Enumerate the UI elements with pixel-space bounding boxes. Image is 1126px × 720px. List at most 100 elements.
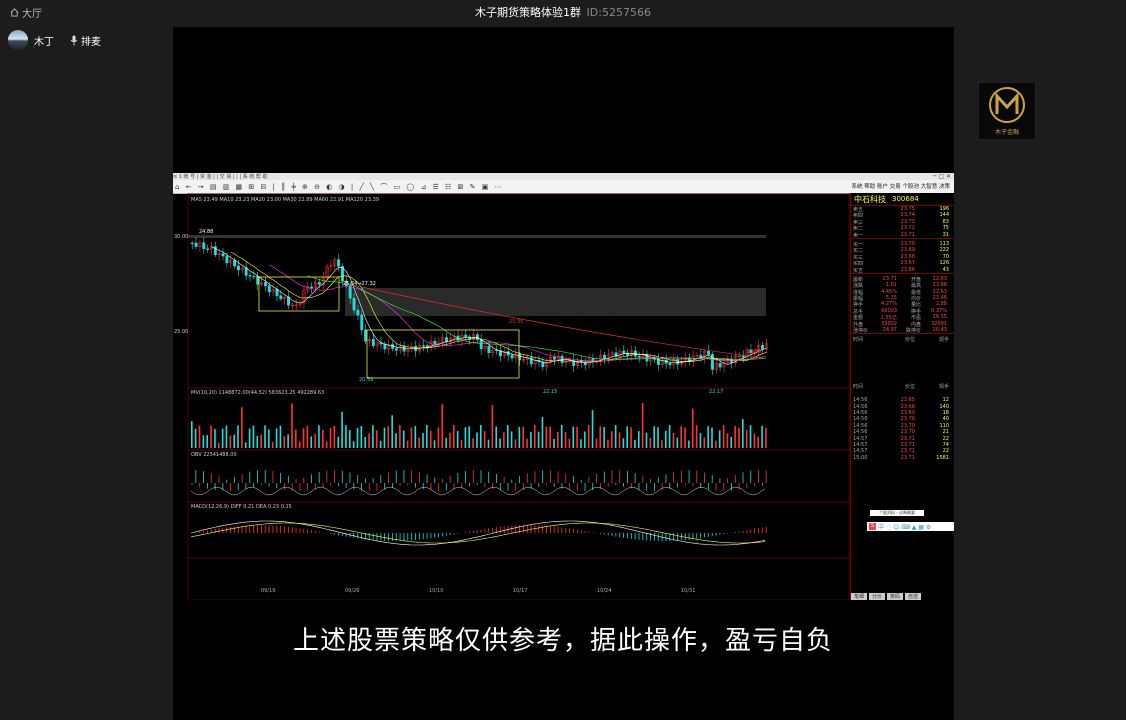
stat-label-2: 跌停价 [905,328,921,334]
volume-bar [568,438,571,448]
video-area: ≡ 1 帐 号 | 资 金 | | 交 易 | | | 系 统 帮 助 ─ □ … [173,27,954,720]
info-popup[interactable]: 个股资料 - 诊断概要 [870,510,924,516]
candle-body [391,344,395,349]
volume-bar [765,427,767,448]
order-book: 卖五 23.75 196 卖四 23.74 144 卖三 23.73 83 卖二 23.72 75 卖一… [851,206,954,273]
volume-bar [487,439,490,448]
volume-bar [753,433,756,448]
volume-bar [345,425,347,448]
candle-body [360,314,364,331]
quote-tab[interactable]: 自选 [905,593,922,600]
volume-bar [711,427,713,448]
volume-bar [480,425,482,448]
toolbar-right-menu[interactable]: 系统 帮助 账户 交易 个股池 大智慧 决策 [852,182,951,190]
ime-toolbar[interactable]: S 中 ◌ ☺ ⌨ ▲ ▦ ⚙ [867,522,954,531]
volume-bar [626,426,629,448]
price-annotation: 22.17 [709,389,723,395]
volume-bar [429,430,432,448]
volume-bar [210,425,212,448]
candle-body [190,242,194,245]
volume-bar [707,426,709,448]
mic-rank-button[interactable]: 排麦 [70,33,101,48]
order-price: 23.66 [900,266,915,273]
candle-body [225,255,229,264]
trading-window-titlebar: ≡ 1 帐 号 | 资 金 | | 交 易 | | | 系 统 帮 助 ─ □ … [173,173,954,180]
volume-bar [618,432,621,448]
quote-tab[interactable]: 笔细 [851,593,868,600]
volume-bar [333,425,336,448]
quote-tabs: 笔细 分价 筹码 自选 [851,593,954,600]
date-tick-label: 09/26 [345,588,359,594]
stats-table: 最新 23.71 开盘 22.63 涨跌 1.01 最高 23.88 涨幅 4.45% 最低 22.6… [851,276,954,334]
volume-bar [761,425,763,448]
order-book-row: 买五 23.66 43 [851,267,954,273]
quote-panel: 中石科技 300684 卖五 23.75 196 卖四 23.74 144 卖三 23.73 8… [850,193,954,600]
volume-bar [703,437,706,448]
m-logo-icon [989,87,1025,123]
volume-bar [722,425,725,448]
candle-body [394,348,398,351]
candle-body [356,309,360,316]
volume-bar [298,441,301,448]
volume-bar [306,425,309,448]
candle-body [541,361,545,368]
volume-bar [499,438,501,448]
volume-bar [742,419,744,448]
volume-bar [541,417,544,448]
tick-price: 23.71 [900,454,915,461]
ime-icons[interactable]: 中 ◌ ☺ ⌨ ▲ ▦ ⚙ [878,522,931,531]
date-tick-label: 10/10 [429,588,443,594]
volume-bar [337,436,340,448]
volume-bar [749,425,752,448]
mic-rank-label: 排麦 [81,36,101,48]
volume-bar [456,430,459,448]
volume-bar [576,426,578,448]
candle-body [256,276,260,285]
price-annotation: 20.59 [359,377,373,383]
volume-bar [684,427,686,448]
candle-body [710,354,714,370]
window-controls[interactable]: ─ □ ✕ [933,173,951,180]
ticks-header: 时间 价位 现手 [853,337,949,343]
candle-body [267,285,271,293]
volume-bar [229,435,232,448]
volume-bar [372,425,374,448]
macd-legend: MACD(12,26,9) DIFF 0.21 DEA 0.23 0.15 [191,504,292,510]
volume-bar [453,425,455,448]
avatar[interactable] [8,30,28,50]
panel-border [187,501,850,559]
volume-bar [699,433,702,448]
volume-bar [329,428,332,448]
volume-bar [214,429,216,448]
volume-bar [537,431,540,448]
volume-bar [433,440,436,448]
stock-name: 中石科技 [854,194,886,204]
volume-bar [445,437,447,448]
candle-body [236,265,240,271]
tick-volume: 1581 [936,454,949,461]
volume-bar [584,431,586,448]
candle-body [317,282,321,285]
volume-bar [726,433,729,448]
volume-bar [291,403,293,448]
volume-bar [522,426,524,448]
user-name[interactable]: 木丁 [34,33,54,48]
volume-bar [302,428,305,448]
volume-bar [206,435,209,448]
volume-bar [198,425,201,448]
candle-body [310,286,314,289]
volume-bar [191,421,193,448]
volume-bar [614,425,617,448]
volume-bar [252,425,255,448]
quote-tab[interactable]: 分价 [869,593,886,600]
volume-bar [221,428,224,448]
volume-bar [545,426,548,448]
quote-tab[interactable]: 筹码 [887,593,904,600]
volume-bar [680,426,682,448]
obv-legend: OBV 22541488.00 [191,452,237,458]
toolbar-icons[interactable]: ⌂ ← → ▤ ▥ ▦ ⊞ ⊟ | ║ ╪ ⊕ ⊖ ◐ ◑ | ╱ ╲ ⌒ ▭ … [175,182,504,192]
range-box [258,276,340,312]
volume-bar [241,407,243,448]
volume-bar [491,405,494,448]
volume-bar [688,440,690,448]
